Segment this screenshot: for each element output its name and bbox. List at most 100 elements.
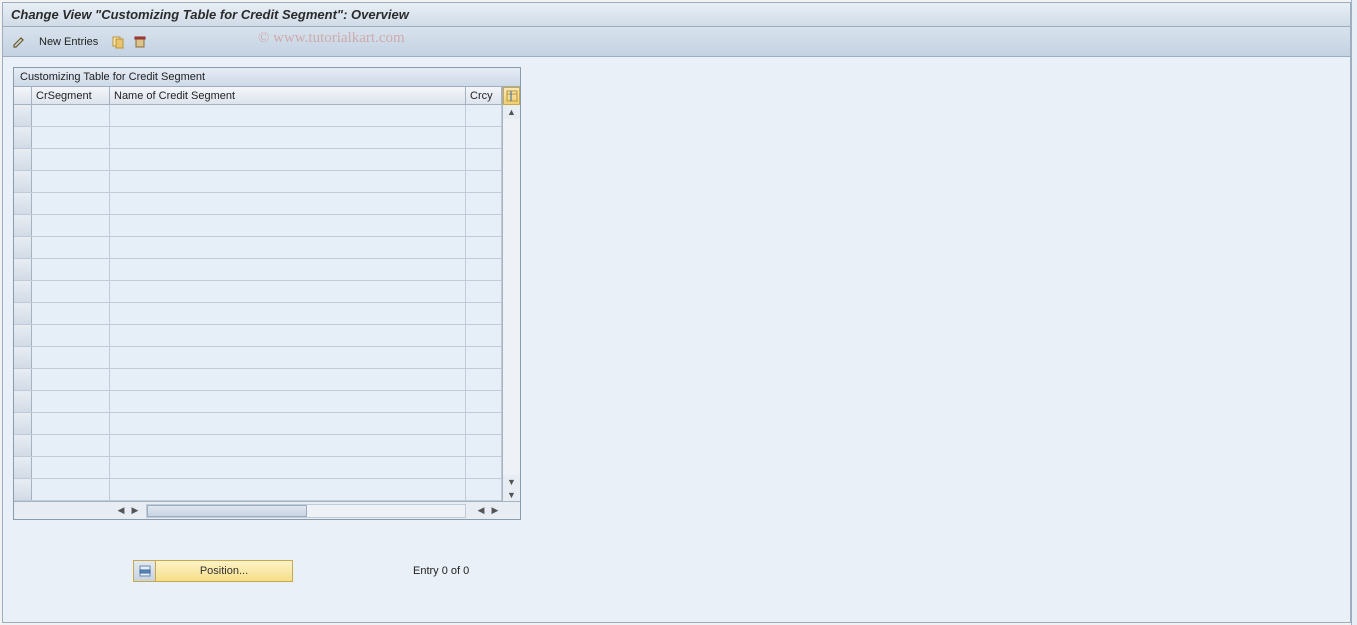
cell-crcy[interactable] [466,457,502,478]
row-selector[interactable] [14,303,32,324]
cell-crcy[interactable] [466,215,502,236]
cell-crcy[interactable] [466,391,502,412]
row-selector[interactable] [14,435,32,456]
table-row [14,391,502,413]
delete-icon[interactable] [132,34,148,50]
cell-name[interactable] [110,457,466,478]
cell-crcy[interactable] [466,171,502,192]
scroll-left-icon[interactable]: ◀ [114,504,128,518]
table-body [14,105,502,501]
cell-crsegment[interactable] [32,105,110,126]
row-selector[interactable] [14,457,32,478]
cell-crcy[interactable] [466,413,502,434]
row-selector[interactable] [14,347,32,368]
cell-name[interactable] [110,369,466,390]
row-selector[interactable] [14,391,32,412]
cell-crcy[interactable] [466,237,502,258]
scroll-down-icon[interactable]: ▼ [504,475,520,489]
cell-crcy[interactable] [466,325,502,346]
cell-name[interactable] [110,149,466,170]
cell-crcy[interactable] [466,347,502,368]
col-header-crcy[interactable]: Crcy [466,87,502,104]
vscroll-track[interactable] [503,119,520,475]
cell-crcy[interactable] [466,127,502,148]
row-selector[interactable] [14,127,32,148]
hscroll-thumb[interactable] [147,505,307,517]
row-selector[interactable] [14,237,32,258]
cell-crsegment[interactable] [32,193,110,214]
row-selector[interactable] [14,259,32,280]
cell-crsegment[interactable] [32,413,110,434]
cell-crsegment[interactable] [32,435,110,456]
cell-crsegment[interactable] [32,479,110,500]
cell-name[interactable] [110,105,466,126]
row-selector[interactable] [14,193,32,214]
cell-crcy[interactable] [466,149,502,170]
cell-crsegment[interactable] [32,215,110,236]
cell-crcy[interactable] [466,193,502,214]
scroll-down2-icon[interactable]: ▼ [504,489,520,501]
scroll-right-icon[interactable]: ▶ [488,504,502,518]
cell-name[interactable] [110,215,466,236]
cell-name[interactable] [110,347,466,368]
cell-crsegment[interactable] [32,127,110,148]
page-title: Change View "Customizing Table for Credi… [3,3,1350,27]
row-selector[interactable] [14,105,32,126]
cell-crsegment[interactable] [32,237,110,258]
table-row [14,369,502,391]
cell-name[interactable] [110,259,466,280]
copy-icon[interactable] [110,34,126,50]
row-selector[interactable] [14,325,32,346]
cell-crsegment[interactable] [32,391,110,412]
row-selector[interactable] [14,215,32,236]
cell-crcy[interactable] [466,303,502,324]
row-selector[interactable] [14,171,32,192]
row-selector[interactable] [14,369,32,390]
hscroll-track[interactable] [146,504,466,518]
row-selector[interactable] [14,413,32,434]
cell-crcy[interactable] [466,281,502,302]
col-header-name[interactable]: Name of Credit Segment [110,87,466,104]
toolbar: New Entries © www.tutorialkart.com [3,27,1350,57]
row-selector[interactable] [14,149,32,170]
cell-crsegment[interactable] [32,259,110,280]
col-header-crsegment[interactable]: CrSegment [32,87,110,104]
cell-crsegment[interactable] [32,281,110,302]
row-selector[interactable] [14,479,32,500]
table-row [14,435,502,457]
cell-name[interactable] [110,479,466,500]
cell-crsegment[interactable] [32,325,110,346]
cell-name[interactable] [110,171,466,192]
cell-name[interactable] [110,193,466,214]
cell-crcy[interactable] [466,369,502,390]
cell-name[interactable] [110,391,466,412]
cell-crcy[interactable] [466,435,502,456]
row-selector[interactable] [14,281,32,302]
table-settings-icon[interactable] [503,87,520,105]
scroll-right-step-icon[interactable]: ▶ [128,504,142,518]
cell-name[interactable] [110,127,466,148]
cell-name[interactable] [110,435,466,456]
cell-name[interactable] [110,281,466,302]
cell-name[interactable] [110,325,466,346]
scroll-left2-icon[interactable]: ◀ [474,504,488,518]
change-icon[interactable] [11,34,27,50]
cell-name[interactable] [110,303,466,324]
table-row [14,237,502,259]
new-entries-button[interactable]: New Entries [33,34,104,50]
cell-crsegment[interactable] [32,347,110,368]
col-header-select[interactable] [14,87,32,104]
cell-crcy[interactable] [466,479,502,500]
cell-crsegment[interactable] [32,303,110,324]
cell-crsegment[interactable] [32,149,110,170]
scroll-up-icon[interactable]: ▲ [504,105,520,119]
cell-crcy[interactable] [466,105,502,126]
table-row [14,325,502,347]
cell-crsegment[interactable] [32,457,110,478]
cell-crsegment[interactable] [32,369,110,390]
cell-name[interactable] [110,413,466,434]
cell-name[interactable] [110,237,466,258]
position-button[interactable]: Position... [133,560,293,582]
cell-crsegment[interactable] [32,171,110,192]
cell-crcy[interactable] [466,259,502,280]
